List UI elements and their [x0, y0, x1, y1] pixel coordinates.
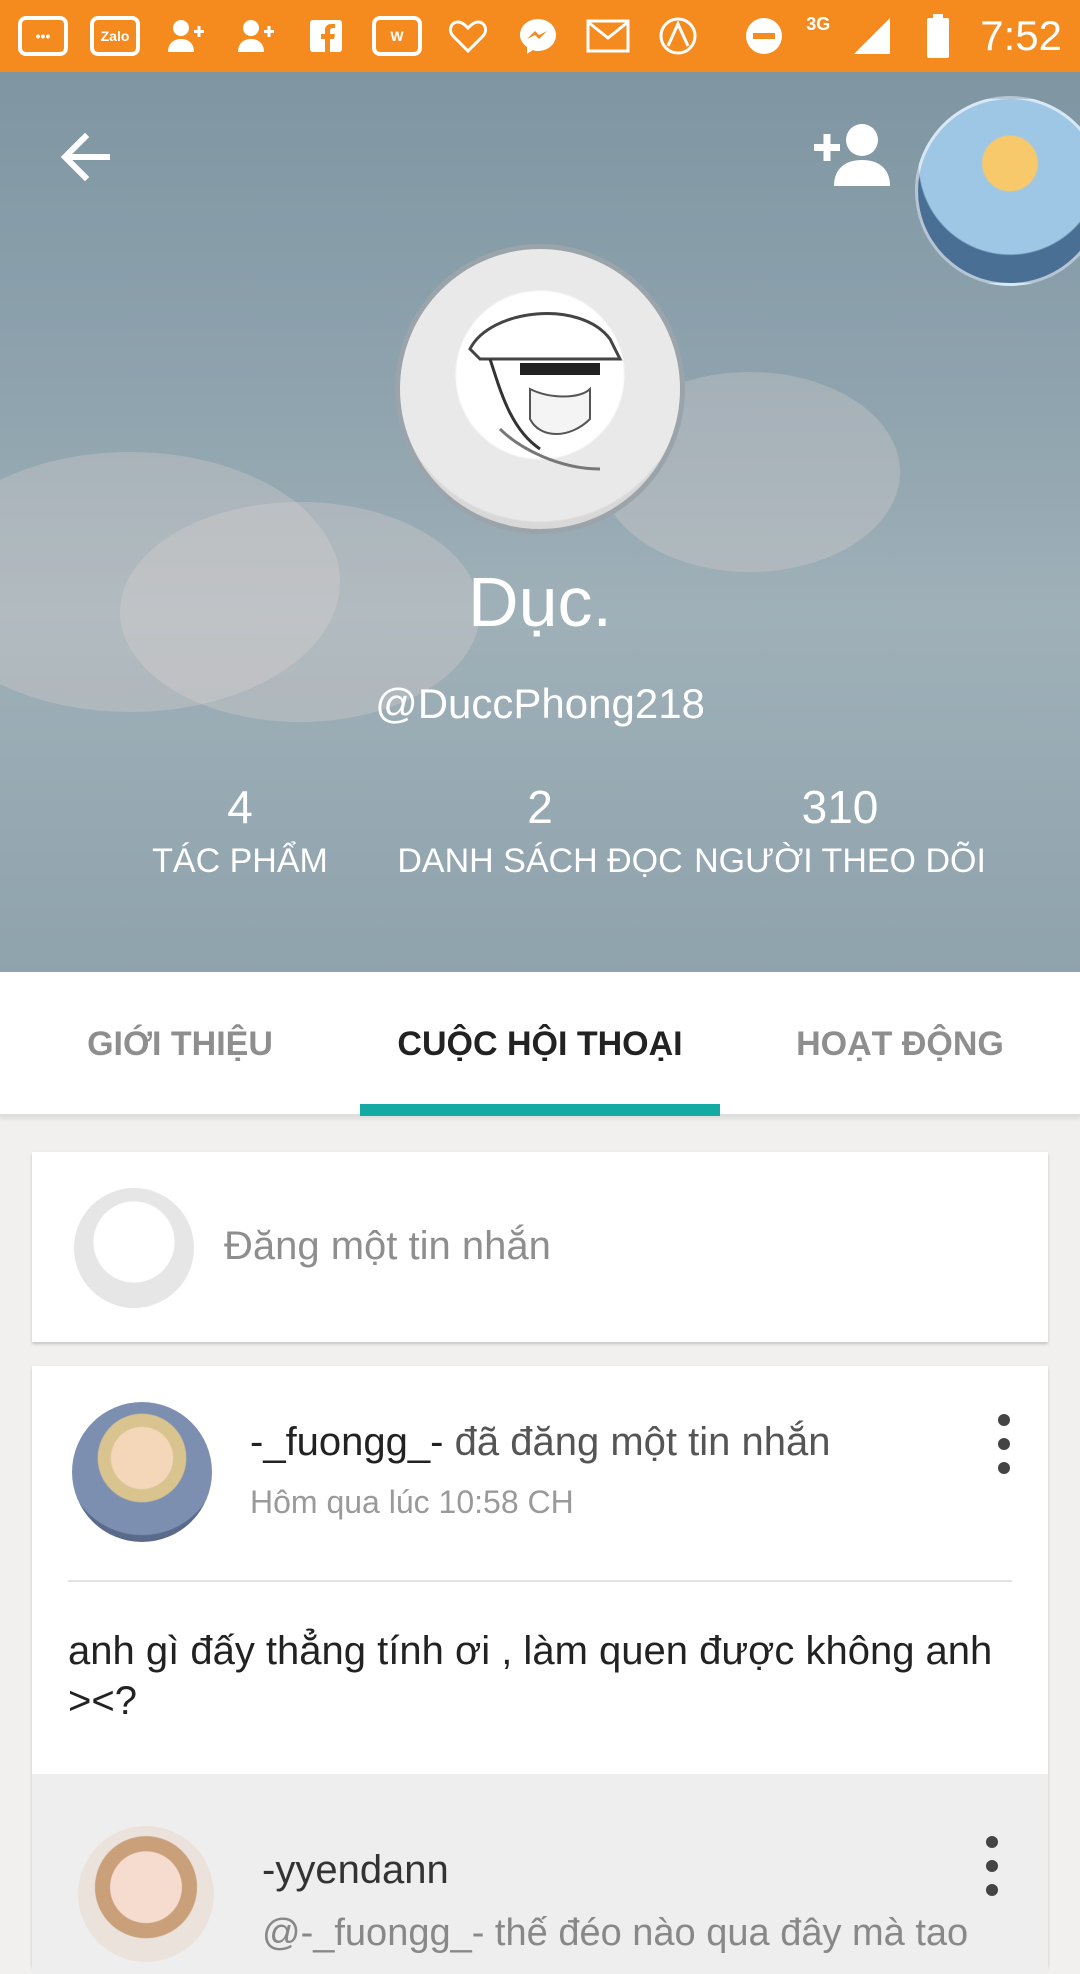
arrow-app-icon: [654, 16, 702, 56]
post-message: anh gì đấy thẳng tính ơi , làm quen được…: [68, 1629, 993, 1723]
post-author-name[interactable]: -_fuongg_-: [250, 1420, 443, 1464]
reply-more-options-button[interactable]: [972, 1836, 1012, 1896]
stat-works[interactable]: 4 TÁC PHẨM: [90, 780, 390, 881]
arrow-left-icon: [60, 132, 110, 182]
reply-snippet: @-_fuongg_- thế đéo nào qua đây mà tao: [262, 1912, 969, 1954]
my-avatar: [74, 1188, 194, 1308]
signal-icon: [848, 16, 896, 56]
add-user-icon: [814, 124, 890, 186]
reply-author-name[interactable]: -yyendann: [262, 1848, 449, 1893]
post-more-options-button[interactable]: [984, 1414, 1024, 1474]
kebab-dot-icon: [998, 1438, 1010, 1450]
compose-message-card[interactable]: Đăng một tin nhắn: [32, 1152, 1048, 1342]
network-type: 3G: [806, 13, 831, 34]
back-button[interactable]: [50, 122, 120, 192]
stat-value: 310: [801, 781, 879, 833]
add-user-icon: [232, 16, 280, 56]
do-not-disturb-icon: [740, 16, 788, 56]
stat-label: NGƯỜI THEO DÕI: [694, 842, 986, 880]
battery-icon: [914, 14, 962, 58]
heart-icon: [444, 16, 492, 56]
kebab-dot-icon: [986, 1884, 998, 1896]
kebab-dot-icon: [986, 1860, 998, 1872]
kebab-dot-icon: [998, 1462, 1010, 1474]
post-author-line: -_fuongg_- đã đăng một tin nhắn: [250, 1420, 830, 1465]
tab-about[interactable]: GIỚI THIỆU: [0, 972, 360, 1116]
stat-value: 4: [227, 781, 253, 833]
kebab-dot-icon: [998, 1414, 1010, 1426]
username-handle: @DuccPhong218: [375, 680, 705, 727]
follow-button[interactable]: [812, 120, 902, 200]
stat-label: DANH SÁCH ĐỌC: [397, 842, 683, 880]
profile-header: Dục. @DuccPhong218 4 TÁC PHẨM 2 DANH SÁC…: [0, 72, 1080, 972]
profile-tabs: GIỚI THIỆU CUỘC HỘI THOẠI HOẠT ĐỘNG: [0, 972, 1080, 1116]
post-action-text: đã đăng một tin nhắn: [454, 1420, 831, 1464]
chat-head-avatar[interactable]: [915, 96, 1080, 286]
profile-avatar: [395, 244, 685, 534]
wattpad-icon: W: [372, 16, 422, 56]
stat-value: 2: [527, 781, 553, 833]
tab-activity[interactable]: HOẠT ĐỘNG: [720, 972, 1080, 1116]
display-name: Dục.: [468, 563, 612, 641]
add-user-icon: [162, 16, 210, 56]
zalo-icon: Zalo: [90, 16, 140, 56]
gmail-icon: [584, 16, 632, 56]
post-timestamp: Hôm qua lúc 10:58 CH: [250, 1484, 574, 1520]
clock: 7:52: [980, 12, 1062, 59]
kebab-dot-icon: [986, 1836, 998, 1848]
facebook-icon: [302, 16, 350, 56]
compose-placeholder[interactable]: Đăng một tin nhắn: [224, 1224, 551, 1269]
status-bar: ••• Zalo W 3G 7:52: [0, 0, 1080, 72]
system-status: 3G 7:52: [740, 12, 1062, 60]
reply-author-avatar[interactable]: [78, 1826, 214, 1962]
active-tab-indicator: [360, 1104, 720, 1116]
notification-icons: ••• Zalo W: [18, 16, 702, 56]
zalo-label: Zalo: [100, 28, 130, 44]
post-divider: [68, 1580, 1012, 1582]
stat-followers[interactable]: 310 NGƯỜI THEO DÕI: [690, 780, 990, 881]
chat-bubble-icon: •••: [18, 16, 68, 56]
tab-conversations[interactable]: CUỘC HỘI THOẠI: [360, 972, 720, 1116]
messenger-icon: [514, 16, 562, 56]
stat-reading-lists[interactable]: 2 DANH SÁCH ĐỌC: [390, 780, 690, 881]
reply-item[interactable]: -yyendann @-_fuongg_- thế đéo nào qua đâ…: [32, 1774, 1048, 1974]
profile-avatar-sketch: [468, 312, 623, 471]
post-author-avatar[interactable]: [72, 1402, 212, 1542]
conversation-post: -_fuongg_- đã đăng một tin nhắn Hôm qua …: [32, 1366, 1048, 1974]
stat-label: TÁC PHẨM: [152, 842, 328, 880]
